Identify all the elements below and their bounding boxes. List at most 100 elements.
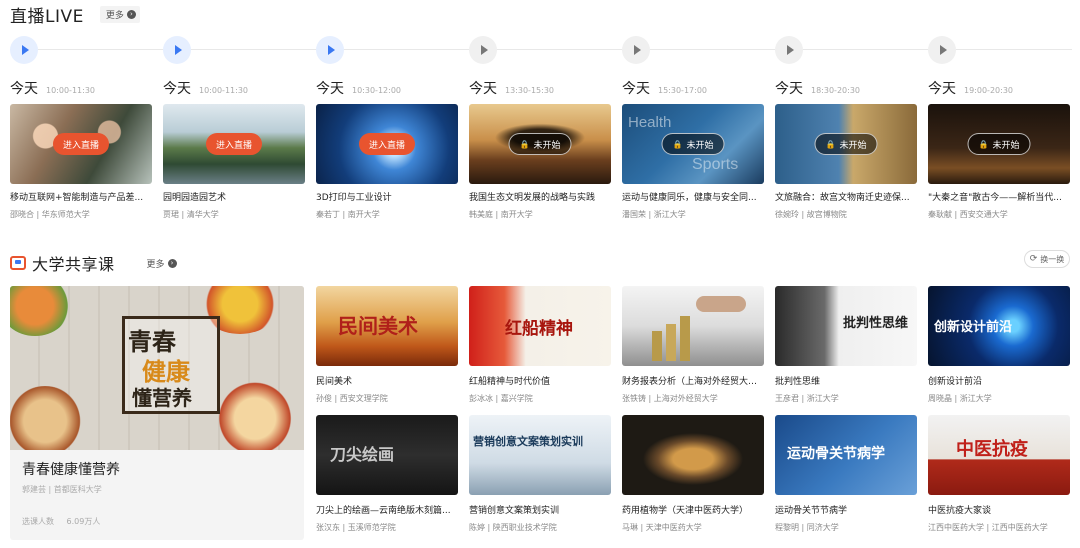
chevron-right-icon: › [167, 258, 177, 268]
timeline-play-icon[interactable] [622, 36, 650, 64]
live-name[interactable]: 我国生态文明发展的战略与实践 [469, 190, 611, 203]
course-meta: 江西中医药大学 | 江西中医药大学 [928, 523, 1048, 532]
live-name[interactable]: "大秦之音"散古今——解析当代... [928, 190, 1070, 203]
live-day: 今天 [316, 81, 344, 97]
featured-course-card[interactable]: 青春 健康 懂营养 青春健康懂营养 郭建芸 | 首都医科大学 选课人数 6.09… [10, 286, 304, 540]
live-thumbnail[interactable]: 进入直播 [163, 104, 305, 184]
live-card[interactable]: 今天 19:00-20:30 🔒 未开始 "大秦之音"散古今——解析当代... 秦耿… [928, 78, 1070, 219]
not-started-button[interactable]: 🔒 未开始 [814, 133, 878, 155]
course-thumbnail[interactable]: 运动骨关节病学 [775, 415, 917, 495]
live-name[interactable]: 文旅融合：故宫文物南迁史迹保... [775, 190, 917, 203]
course-name[interactable]: 民间美术 [316, 374, 458, 387]
course-meta: 张汉东 | 玉溪师范学院 [316, 523, 396, 532]
live-name[interactable]: 移动互联网+智能制造与产品差... [10, 190, 152, 203]
live-card[interactable]: 今天 10:30-12:00 进入直播 3D打印与工业设计 秦若丁 | 南开大学 [316, 78, 458, 219]
course-overlay-text: 创新设计前沿 [934, 320, 1013, 335]
course-name[interactable]: 运动骨关节节病学 [775, 503, 917, 516]
live-thumbnail[interactable]: 进入直播 [10, 104, 152, 184]
live-name[interactable]: 3D打印与工业设计 [316, 190, 458, 203]
chevron-right-icon: › [126, 9, 136, 19]
live-day: 今天 [163, 81, 191, 97]
course-meta: 马琳 | 天津中医药大学 [622, 523, 702, 532]
live-card[interactable]: 今天 15:30-17:00 Health Sports 🔒 未开始 运动与健康同乐… [622, 78, 764, 219]
live-card[interactable]: 今天 10:00-11:30 进入直播 移动互联网+智能制造与产品差... 邵晓合… [10, 78, 152, 219]
live-section-title: 直播LIVE [10, 6, 84, 27]
not-started-button[interactable]: 🔒 未开始 [967, 133, 1031, 155]
timeline-play-icon[interactable] [928, 36, 956, 64]
live-time: 13:30-15:30 [505, 86, 554, 95]
live-thumbnail[interactable]: 🔒 未开始 [775, 104, 917, 184]
course-thumbnail[interactable]: 中医抗疫 [928, 415, 1070, 495]
live-card[interactable]: 今天 13:30-15:30 🔒 未开始 我国生态文明发展的战略与实践 韩美庭 | … [469, 78, 611, 219]
not-started-button[interactable]: 🔒 未开始 [508, 133, 572, 155]
live-time: 10:00-11:30 [199, 86, 248, 95]
timeline-play-icon[interactable] [469, 36, 497, 64]
live-thumbnail[interactable]: 🔒 未开始 [469, 104, 611, 184]
course-meta: 周晓晶 | 浙江大学 [928, 394, 992, 403]
live-card[interactable]: 今天 18:30-20:30 🔒 未开始 文旅融合：故宫文物南迁史迹保... 徐婉玲… [775, 78, 917, 219]
course-meta: 彭冰冰 | 嘉兴学院 [469, 394, 533, 403]
course-name[interactable]: 红船精神与时代价值 [469, 374, 611, 387]
course-overlay-text: 刀尖绘画 [330, 445, 395, 464]
live-section-header: 直播LIVE 更多 › [10, 2, 140, 27]
live-day: 今天 [928, 81, 956, 97]
featured-overlay-line3: 懂营养 [132, 386, 192, 410]
course-name[interactable]: 创新设计前沿 [928, 374, 1070, 387]
course-thumbnail[interactable]: 营销创意文案策划实训 [469, 415, 611, 495]
timeline-play-icon[interactable] [316, 36, 344, 64]
course-logo-icon [10, 256, 26, 270]
course-thumbnail[interactable]: 红船精神 [469, 286, 611, 366]
enroll-value: 6.09万人 [66, 517, 101, 526]
timeline-play-icon[interactable] [10, 36, 38, 64]
refresh-icon: ⟳ [1029, 254, 1038, 264]
live-timeline [10, 36, 1072, 64]
course-name[interactable]: 药用植物学（天津中医药大学） [622, 503, 764, 516]
course-more-link[interactable]: 更多 › [141, 255, 181, 272]
course-name[interactable]: 刀尖上的绘画—云南绝版木刻篇... [316, 503, 458, 516]
course-overlay-text: 红船精神 [505, 319, 573, 339]
live-thumbnail[interactable]: Health Sports 🔒 未开始 [622, 104, 764, 184]
course-section-title: 大学共享课 [32, 255, 115, 274]
live-more-label: 更多 [105, 10, 124, 21]
featured-course-meta: 郭建芸 | 首都医科大学 [22, 485, 102, 494]
live-name[interactable]: 园明园造园艺术 [163, 190, 305, 203]
course-name[interactable]: 中医抗疫大家谈 [928, 503, 1070, 516]
lock-icon: 🔒 [825, 139, 836, 149]
live-card[interactable]: 今天 10:00-11:30 进入直播 园明园造园艺术 贾珺 | 清华大学 [163, 78, 305, 219]
course-thumbnail[interactable] [622, 415, 764, 495]
course-thumbnail[interactable]: 民间美术 [316, 286, 458, 366]
live-thumbnail[interactable]: 进入直播 [316, 104, 458, 184]
enter-live-button[interactable]: 进入直播 [358, 133, 416, 155]
course-name[interactable]: 营销创意文案策划实训 [469, 503, 611, 516]
featured-course-name[interactable]: 青春健康懂营养 [22, 459, 120, 479]
live-time: 18:30-20:30 [811, 86, 860, 95]
live-meta: 潘国荣 | 浙江大学 [622, 210, 686, 219]
course-thumbnail[interactable]: 批判性思维 [775, 286, 917, 366]
course-name[interactable]: 财务报表分析（上海对外经贸大学） [622, 374, 764, 387]
live-time: 15:30-17:00 [658, 86, 707, 95]
course-thumbnail[interactable] [622, 286, 764, 366]
live-day: 今天 [469, 81, 497, 97]
live-name[interactable]: 运动与健康同乐，健康与安全同... [622, 190, 764, 203]
timeline-play-icon[interactable] [163, 36, 191, 64]
course-overlay-text: 中医抗疫 [956, 439, 1028, 460]
shuffle-button[interactable]: ⟳ 换一换 [1024, 250, 1070, 268]
course-thumbnail[interactable]: 创新设计前沿 [928, 286, 1070, 366]
live-meta: 徐婉玲 | 故宫博物院 [775, 210, 847, 219]
live-meta: 邵晓合 | 华东师范大学 [10, 210, 90, 219]
live-day: 今天 [775, 81, 803, 97]
live-day: 今天 [10, 81, 38, 97]
enter-live-button[interactable]: 进入直播 [52, 133, 110, 155]
course-meta: 程黎明 | 同济大学 [775, 523, 839, 532]
featured-course-image[interactable]: 青春 健康 懂营养 [10, 286, 304, 450]
live-more-link[interactable]: 更多 › [99, 5, 140, 23]
not-started-button[interactable]: 🔒 未开始 [661, 133, 725, 155]
enter-live-button[interactable]: 进入直播 [205, 133, 263, 155]
course-thumbnail[interactable]: 刀尖绘画 [316, 415, 458, 495]
enroll-label: 选课人数 [22, 517, 54, 526]
live-thumbnail[interactable]: 🔒 未开始 [928, 104, 1070, 184]
live-meta: 秦若丁 | 南开大学 [316, 210, 380, 219]
shuffle-label: 换一换 [1040, 254, 1065, 264]
timeline-play-icon[interactable] [775, 36, 803, 64]
course-name[interactable]: 批判性思维 [775, 374, 917, 387]
